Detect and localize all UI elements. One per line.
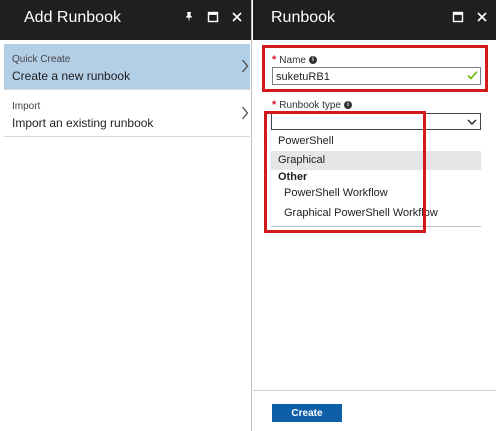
option-group-other: Other: [278, 171, 308, 183]
chevron-right-icon: [241, 106, 249, 120]
runbook-title: Runbook: [271, 9, 336, 26]
name-input[interactable]: [272, 67, 481, 85]
import-item[interactable]: Import Import an existing runbook: [4, 91, 250, 137]
quick-create-description: Create a new runbook: [12, 69, 131, 83]
footer-divider: [253, 390, 496, 391]
chevron-down-icon: [467, 118, 477, 126]
info-icon[interactable]: i: [308, 56, 317, 64]
option-graphical-powershell-workflow[interactable]: Graphical PowerShell Workflow: [271, 204, 481, 223]
name-label: * Name i: [272, 54, 317, 66]
add-runbook-title: Add Runbook: [24, 9, 121, 26]
quick-create-category: Quick Create: [12, 54, 71, 65]
runbook-type-select[interactable]: [271, 113, 481, 130]
required-asterisk: *: [272, 54, 277, 66]
required-asterisk: *: [272, 99, 277, 111]
close-icon[interactable]: [476, 11, 488, 23]
runbook-header: Runbook: [253, 0, 496, 40]
add-runbook-blade: Add Runbook Quick Create Create a new ru…: [0, 0, 252, 431]
import-description: Import an existing runbook: [12, 116, 154, 130]
option-powershell-workflow[interactable]: PowerShell Workflow: [271, 184, 481, 203]
name-label-text: Name: [279, 54, 306, 66]
quick-create-item[interactable]: Quick Create Create a new runbook: [4, 44, 250, 90]
maximize-icon[interactable]: [452, 11, 464, 23]
option-powershell[interactable]: PowerShell: [271, 132, 481, 151]
chevron-right-icon: [241, 59, 249, 73]
maximize-icon[interactable]: [207, 11, 219, 23]
runbook-type-label: * Runbook type i: [272, 99, 352, 111]
import-category: Import: [12, 101, 41, 112]
pin-icon[interactable]: [183, 11, 195, 23]
close-icon[interactable]: [231, 11, 243, 23]
add-runbook-header: Add Runbook: [0, 0, 251, 40]
create-button[interactable]: Create: [272, 404, 342, 422]
runbook-type-label-text: Runbook type: [279, 99, 341, 111]
option-graphical[interactable]: Graphical: [271, 151, 481, 170]
runbook-type-dropdown: PowerShell Graphical Other PowerShell Wo…: [271, 131, 481, 227]
checkmark-icon: [467, 70, 478, 80]
info-icon[interactable]: i: [344, 101, 352, 109]
